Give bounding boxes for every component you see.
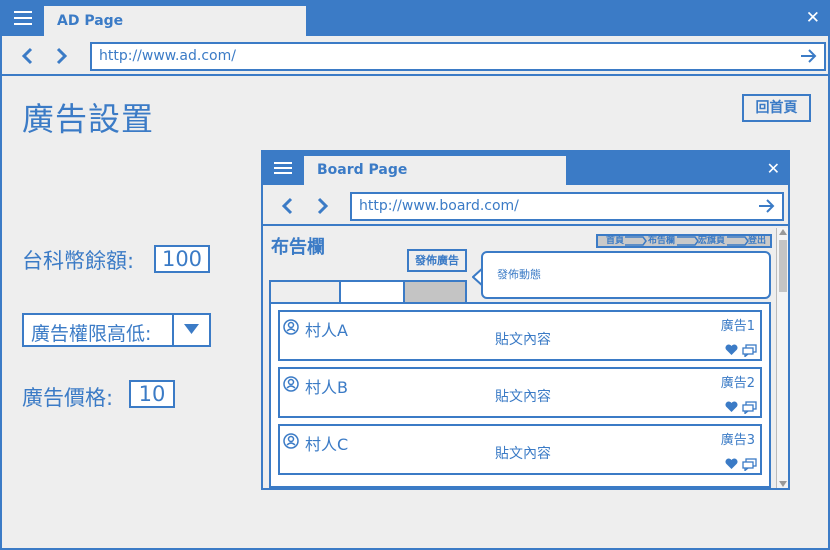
user-icon: [283, 433, 299, 449]
close-icon[interactable]: ✕: [806, 9, 820, 27]
permission-select-value: 廣告權限高低:: [31, 323, 152, 345]
post-content: 貼文內容: [495, 446, 551, 462]
board-navigation-bar: http://www.board.com/: [263, 185, 788, 226]
user-icon: [283, 376, 299, 392]
post-ad-button[interactable]: 發佈廣告: [407, 249, 467, 272]
tab-third[interactable]: [403, 280, 467, 304]
balance-label: 台科幣餘額:: [22, 249, 135, 273]
ad-label: 廣告1: [720, 319, 755, 334]
dropdown-button[interactable]: [172, 315, 209, 345]
board-address-bar[interactable]: http://www.board.com/: [350, 192, 784, 221]
chevron-down-icon: [184, 324, 199, 334]
go-arrow-icon[interactable]: [758, 198, 776, 214]
home-button[interactable]: 回首頁: [742, 94, 811, 122]
board-address-text: http://www.board.com/: [359, 198, 519, 214]
back-icon[interactable]: [20, 46, 34, 66]
post-user-name[interactable]: 村人C: [305, 431, 348, 455]
tab-board-page[interactable]: Board Page: [304, 156, 566, 185]
title-bar: AD Page ✕: [2, 2, 828, 36]
post-card[interactable]: 村人C 貼文內容 廣告3: [278, 424, 762, 475]
heart-icon[interactable]: [725, 458, 738, 470]
breadcrumb-logout[interactable]: 登出: [748, 236, 766, 247]
post-content: 貼文內容: [495, 332, 551, 348]
comment-icon[interactable]: [742, 344, 757, 357]
go-arrow-icon[interactable]: [800, 48, 818, 64]
breadcrumb-separator-icon: [727, 236, 749, 246]
board-page-window: Board Page ✕ http://www.board.com/ 布告欄 首…: [261, 150, 790, 490]
board-heading: 布告欄: [271, 237, 325, 258]
comment-icon[interactable]: [742, 458, 757, 471]
heart-icon[interactable]: [725, 401, 738, 413]
post-card[interactable]: 村人A 貼文內容 廣告1: [278, 310, 762, 361]
price-label: 廣告價格:: [22, 386, 114, 410]
breadcrumb-board[interactable]: 布告欄: [648, 236, 675, 247]
post-user-name[interactable]: 村人B: [305, 374, 348, 398]
menu-icon[interactable]: [274, 162, 292, 176]
permission-select[interactable]: 廣告權限高低:: [22, 313, 211, 347]
ad-label: 廣告2: [720, 376, 755, 391]
address-bar[interactable]: http://www.ad.com/: [90, 42, 826, 71]
post-user-name[interactable]: 村人A: [305, 317, 348, 341]
breadcrumb-separator-icon: [625, 236, 647, 246]
scroll-up-icon[interactable]: [779, 229, 787, 235]
post-content: 貼文內容: [495, 389, 551, 405]
page-title: 廣告設置: [22, 100, 155, 138]
balance-value: 100: [154, 245, 210, 273]
breadcrumb-separator-icon: [677, 236, 699, 246]
user-icon: [283, 319, 299, 335]
close-icon[interactable]: ✕: [767, 159, 780, 178]
back-icon[interactable]: [280, 196, 294, 216]
post-list: 村人A 貼文內容 廣告1 村人B 貼文內容 廣告2 村人C 貼文內容 廣告3: [269, 302, 771, 488]
ad-page-window: AD Page ✕ http://www.ad.com/ 廣告設置 回首頁 台科…: [0, 0, 830, 550]
tab-first[interactable]: [269, 280, 341, 304]
board-title-bar: Board Page ✕: [263, 152, 788, 185]
forward-icon[interactable]: [316, 196, 330, 216]
scrollbar-thumb[interactable]: [779, 240, 787, 292]
breadcrumb: 首頁 布告欄 宏旗頁 登出: [596, 234, 772, 248]
menu-icon[interactable]: [14, 11, 32, 27]
post-card[interactable]: 村人B 貼文內容 廣告2: [278, 367, 762, 418]
breadcrumb-page[interactable]: 宏旗頁: [698, 236, 725, 247]
ad-label: 廣告3: [720, 433, 755, 448]
post-status-bubble[interactable]: 發佈動態: [481, 251, 771, 299]
scrollbar[interactable]: [776, 228, 788, 488]
address-text: http://www.ad.com/: [99, 48, 236, 64]
navigation-bar: http://www.ad.com/: [2, 36, 828, 76]
comment-icon[interactable]: [742, 401, 757, 414]
heart-icon[interactable]: [725, 344, 738, 356]
price-value[interactable]: 10: [129, 380, 175, 408]
breadcrumb-home[interactable]: 首頁: [606, 236, 624, 247]
scroll-down-icon[interactable]: [779, 481, 787, 487]
forward-icon[interactable]: [55, 46, 69, 66]
tab-ad-page[interactable]: AD Page: [44, 6, 306, 36]
